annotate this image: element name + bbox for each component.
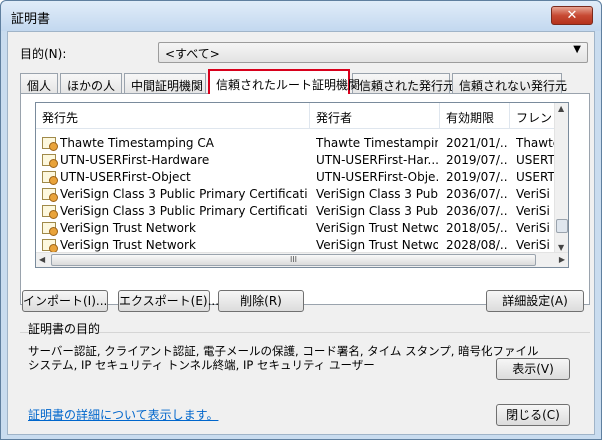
- tab-other-people[interactable]: ほかの人: [60, 73, 122, 94]
- cell-friendly-name: VeriSi: [516, 221, 550, 235]
- title-bar: 証明書 ✕: [1, 1, 601, 31]
- cell-issued-by: VeriSign Trust Netwo...: [316, 238, 438, 252]
- purposes-line-1: サーバー認証, クライアント認証, 電子メールの保護, コード署名, タイム ス…: [28, 344, 539, 358]
- tab-untrusted-publishers[interactable]: 信頼されない発行元: [452, 73, 567, 94]
- certificate-icon: [42, 154, 58, 168]
- certificate-list[interactable]: 発行先 発行者 有効期限 フレンド Thawte Timestamping CA…: [35, 102, 569, 268]
- certificate-purposes: サーバー認証, クライアント認証, 電子メールの保護, コード署名, タイム ス…: [28, 344, 539, 372]
- store-tabs: 個人 ほかの人 中間証明機関 信頼されたルート証明機関 信頼された発行元 信頼さ…: [20, 69, 590, 94]
- table-row[interactable]: VeriSign Trust Network VeriSign Trust Net…: [36, 220, 556, 237]
- list-header: 発行先 発行者 有効期限 フレンド: [36, 103, 564, 129]
- purposes-line-2: システム, IP セキュリティ トンネル終端, IP セキュリティ ユーザー: [28, 358, 375, 372]
- cell-issued-by: Thawte Timestamping...: [316, 136, 438, 150]
- cell-issued-by: UTN-USERFirst-Har...: [316, 153, 438, 167]
- column-header-issued-by[interactable]: 発行者: [310, 103, 440, 129]
- certificate-icon: [42, 205, 58, 219]
- vertical-scroll-thumb[interactable]: [556, 219, 568, 233]
- cell-friendly-name: VeriSi: [516, 238, 550, 252]
- close-window-button[interactable]: ✕: [551, 6, 593, 25]
- certificate-details-link[interactable]: 証明書の詳細について表示します。: [28, 406, 218, 423]
- dialog-body: 目的(N): <すべて> ▼ 個人 ほかの人 中間証明機関 信頼されたルート証明…: [7, 31, 595, 435]
- certificate-icon: [42, 239, 58, 253]
- tab-panel: 発行先 発行者 有効期限 フレンド Thawte Timestamping CA…: [20, 93, 590, 305]
- import-button[interactable]: インポート(I)...: [22, 290, 108, 312]
- close-button[interactable]: 閉じる(C): [496, 404, 570, 426]
- table-row[interactable]: VeriSign Class 3 Public Primary Certific…: [36, 186, 556, 203]
- cell-expiration: 2019/07/...: [446, 170, 508, 184]
- cell-friendly-name: USERT: [516, 170, 555, 184]
- column-header-expiration[interactable]: 有効期限: [440, 103, 510, 129]
- table-row[interactable]: UTN-USERFirst-Object UTN-USERFirst-Obje..…: [36, 169, 556, 186]
- export-button[interactable]: エクスポート(E)...: [118, 290, 219, 312]
- purpose-label: 目的(N):: [20, 47, 67, 61]
- cell-issued-by: UTN-USERFirst-Obje...: [316, 170, 438, 184]
- table-row[interactable]: VeriSign Class 3 Public Primary Certific…: [36, 203, 556, 220]
- cell-issued-by: VeriSign Class 3 Publ...: [316, 187, 438, 201]
- cell-expiration: 2028/08/...: [446, 238, 508, 252]
- purposes-section-label: 証明書の目的: [28, 322, 101, 336]
- certificate-icon: [42, 171, 58, 185]
- cell-issued-to: VeriSign Class 3 Public Primary Certific…: [60, 187, 308, 201]
- column-header-issued-to[interactable]: 発行先: [36, 103, 310, 129]
- table-row[interactable]: Thawte Timestamping CA Thawte Timestampin…: [36, 135, 556, 152]
- cell-expiration: 2021/01/...: [446, 136, 508, 150]
- vertical-scrollbar[interactable]: ▲ ▼: [554, 103, 568, 253]
- purpose-dropdown[interactable]: <すべて> ▼: [158, 42, 588, 63]
- scroll-up-arrow-icon[interactable]: ▲: [558, 104, 564, 113]
- cell-issued-by: VeriSign Trust Netwo...: [316, 221, 438, 235]
- certificate-dialog: 証明書 ✕ 目的(N): <すべて> ▼ 個人 ほかの人 中間証明機関 信頼され…: [0, 0, 602, 440]
- tab-trusted-publishers[interactable]: 信頼された発行元: [352, 73, 455, 94]
- cell-issued-to: VeriSign Trust Network: [60, 221, 196, 235]
- chevron-down-icon: ▼: [573, 44, 581, 55]
- cell-issued-to: VeriSign Trust Network: [60, 238, 196, 252]
- tab-trusted-root-ca[interactable]: 信頼されたルート証明機関: [208, 69, 360, 94]
- horizontal-scroll-thumb[interactable]: III: [51, 254, 536, 266]
- cell-expiration: 2018/05/...: [446, 221, 508, 235]
- certificate-rows: Thawte Timestamping CA Thawte Timestampin…: [36, 135, 556, 254]
- purpose-selected-value: <すべて>: [165, 47, 220, 61]
- cell-expiration: 2036/07/...: [446, 204, 508, 218]
- view-button[interactable]: 表示(V): [496, 358, 570, 380]
- cell-issued-to: UTN-USERFirst-Hardware: [60, 153, 210, 167]
- tab-intermediate-ca[interactable]: 中間証明機関: [124, 73, 206, 94]
- cell-expiration: 2019/07/...: [446, 153, 508, 167]
- delete-button[interactable]: 削除(R): [218, 290, 304, 312]
- certificate-icon: [42, 222, 58, 236]
- cell-expiration: 2036/07/...: [446, 187, 508, 201]
- tab-personal[interactable]: 個人: [20, 73, 58, 94]
- scroll-down-arrow-icon[interactable]: ▼: [558, 243, 564, 252]
- certificate-icon: [42, 188, 58, 202]
- cell-issued-by: VeriSign Class 3 Publ...: [316, 204, 438, 218]
- cell-friendly-name: VeriSi: [516, 187, 550, 201]
- window-title: 証明書: [11, 12, 51, 27]
- advanced-button[interactable]: 詳細設定(A): [486, 290, 584, 312]
- scroll-right-arrow-icon[interactable]: ▶: [559, 255, 565, 264]
- cell-issued-to: VeriSign Class 3 Public Primary Certific…: [60, 204, 308, 218]
- cell-issued-to: UTN-USERFirst-Object: [60, 170, 191, 184]
- table-row[interactable]: UTN-USERFirst-Hardware UTN-USERFirst-Har.…: [36, 152, 556, 169]
- certificate-icon: [42, 137, 58, 151]
- scroll-left-arrow-icon[interactable]: ◀: [39, 255, 45, 264]
- cell-friendly-name: USERT: [516, 153, 555, 167]
- cell-friendly-name: VeriSi: [516, 204, 550, 218]
- horizontal-scrollbar[interactable]: ◀ III ▶: [36, 252, 568, 267]
- cell-friendly-name: Thawte: [516, 136, 556, 150]
- cell-issued-to: Thawte Timestamping CA: [60, 136, 214, 150]
